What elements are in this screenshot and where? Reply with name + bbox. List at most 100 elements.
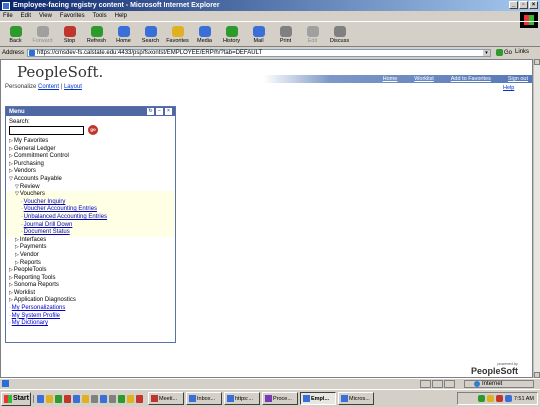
history-button[interactable]: History [218, 26, 245, 46]
forward-button[interactable]: Forward [29, 26, 56, 46]
menu-favorites[interactable]: Favorites [60, 13, 85, 19]
refresh-button[interactable]: Refresh [83, 26, 110, 46]
discuss-button[interactable]: Discuss [326, 26, 353, 46]
tray-icon[interactable] [477, 395, 485, 402]
quick-launch-icon[interactable] [136, 394, 143, 403]
taskbar-button[interactable]: Empl... [300, 392, 336, 405]
menu-item-document-status[interactable]: -Document Status [6, 229, 175, 237]
favorites-button[interactable]: Favorites [164, 26, 191, 46]
quick-launch-icon[interactable] [46, 394, 53, 403]
home-button[interactable]: Home [110, 26, 137, 46]
topnav-home[interactable]: Home [383, 76, 398, 82]
close-button[interactable]: × [529, 1, 538, 9]
menu-search-go-button[interactable]: go [88, 125, 98, 135]
menu-item-my-system-profile[interactable]: -My System Profile [6, 313, 175, 321]
menu-item-unbalanced-accounting-entries[interactable]: -Unbalanced Accounting Entries [6, 213, 175, 222]
search-button[interactable]: Search [137, 26, 164, 46]
print-button[interactable]: Print [272, 26, 299, 46]
menu-item-link[interactable]: Voucher Inquiry [24, 199, 66, 205]
menu-item-payments[interactable]: ▷Payments [6, 244, 175, 252]
menu-item-sonoma-reports[interactable]: ▷Sonoma Reports [6, 282, 175, 290]
start-button[interactable]: Start [1, 391, 31, 406]
collapsed-folder-icon[interactable]: ▷ [15, 260, 19, 268]
quick-launch-icon[interactable] [118, 394, 125, 403]
address-input[interactable]: https://cmsdev-fs.calstate.edu:4433/psp/… [27, 49, 491, 57]
menu-item-vendor[interactable]: ▷Vendor [6, 252, 175, 260]
menu-item-link[interactable]: My System Profile [12, 313, 60, 319]
collapsed-folder-icon[interactable]: ▷ [9, 275, 13, 283]
mail-button[interactable]: Mail [245, 26, 272, 46]
menu-item-application-diagnostics[interactable]: ▷Application Diagnostics [6, 297, 175, 305]
expanded-folder-icon[interactable]: ▽ [15, 191, 19, 199]
quick-launch-icon[interactable] [55, 394, 62, 403]
menu-item-my-dictionary[interactable]: -My Dictionary [6, 320, 175, 328]
help-link[interactable]: Help [503, 85, 514, 91]
quick-launch-icon[interactable] [127, 394, 134, 403]
menu-edit[interactable]: Edit [21, 13, 31, 19]
menu-item-worklist[interactable]: ▷Worklist [6, 290, 175, 298]
quick-launch-icon[interactable] [37, 394, 44, 403]
menu-item-voucher-accounting-entries[interactable]: -Voucher Accounting Entries [6, 206, 175, 214]
taskbar-button[interactable]: Meeti... [148, 392, 184, 405]
menu-item-voucher-inquiry[interactable]: -Voucher Inquiry [6, 198, 175, 207]
collapsed-folder-icon[interactable]: ▷ [9, 297, 13, 305]
quick-launch-icon[interactable] [73, 394, 80, 403]
menu-item-my-personalizations[interactable]: -My Personalizations [6, 305, 175, 313]
edit-button[interactable]: Edit [299, 26, 326, 46]
quick-launch-icon[interactable] [100, 394, 107, 403]
taskbar-button[interactable]: Micros... [338, 392, 374, 405]
topnav-worklist[interactable]: Worklist [414, 76, 433, 82]
menu-item-review[interactable]: ▽Review [6, 184, 175, 192]
address-dropdown-icon[interactable]: ▾ [483, 50, 490, 56]
menu-help[interactable]: Help [115, 13, 127, 19]
menu-item-commitment-control[interactable]: ▷Commitment Control [6, 153, 175, 161]
menu-item-link[interactable]: Unbalanced Accounting Entries [24, 214, 107, 220]
quick-launch-icon[interactable] [82, 394, 89, 403]
menu-view[interactable]: View [39, 13, 52, 19]
menu-item-vendors[interactable]: ▷Vendors [6, 168, 175, 176]
menu-file[interactable]: File [3, 13, 13, 19]
expanded-folder-icon[interactable]: ▽ [15, 184, 19, 192]
menu-item-link[interactable]: My Personalizations [12, 305, 66, 311]
collapsed-folder-icon[interactable]: ▷ [9, 161, 13, 169]
refresh-pagelet-icon[interactable]: ↻ [147, 108, 154, 115]
expanded-folder-icon[interactable]: ▽ [9, 176, 13, 184]
menu-item-accounts-payable[interactable]: ▽Accounts Payable [6, 176, 175, 184]
menu-item-reporting-tools[interactable]: ▷Reporting Tools [6, 275, 175, 283]
collapsed-folder-icon[interactable]: ▷ [9, 290, 13, 298]
taskbar-button[interactable]: Proce... [262, 392, 298, 405]
topnav-add-to-favorites[interactable]: Add to Favorites [451, 76, 491, 82]
vertical-scrollbar[interactable] [533, 59, 540, 378]
menu-item-link[interactable]: Journal Drill Down [24, 222, 73, 228]
collapsed-folder-icon[interactable]: ▷ [9, 138, 13, 146]
personalize-content-link[interactable]: Content [38, 84, 59, 90]
links-button[interactable]: Links [515, 49, 529, 55]
menu-item-interfaces[interactable]: ▷Interfaces [6, 237, 175, 245]
quick-launch-icon[interactable] [91, 394, 98, 403]
media-button[interactable]: Media [191, 26, 218, 46]
remove-pagelet-icon[interactable]: × [165, 108, 172, 115]
taskbar-button[interactable]: Inbox... [186, 392, 222, 405]
menu-item-peopletools[interactable]: ▷PeopleTools [6, 267, 175, 275]
quick-launch-icon[interactable] [64, 394, 71, 403]
minimize-button[interactable]: _ [509, 1, 518, 9]
collapsed-folder-icon[interactable]: ▷ [15, 244, 19, 252]
menu-item-link[interactable]: Document Status [24, 229, 70, 235]
menu-item-general-ledger[interactable]: ▷General Ledger [6, 146, 175, 154]
collapsed-folder-icon[interactable]: ▷ [9, 282, 13, 290]
menu-item-journal-drill-down[interactable]: -Journal Drill Down [6, 221, 175, 230]
tray-icon[interactable] [486, 395, 494, 402]
menu-item-link[interactable]: My Dictionary [12, 320, 48, 326]
personalize-layout-link[interactable]: Layout [64, 84, 82, 90]
go-button[interactable]: Go [496, 49, 512, 56]
maximize-button[interactable]: ▫ [519, 1, 528, 9]
menu-item-purchasing[interactable]: ▷Purchasing [6, 161, 175, 169]
minimize-pagelet-icon[interactable]: − [156, 108, 163, 115]
tray-icon[interactable] [504, 395, 512, 402]
tray-icon[interactable] [495, 395, 503, 402]
menu-item-my-favorites[interactable]: ▷My Favorites [6, 138, 175, 146]
scroll-up-icon[interactable] [534, 59, 540, 65]
collapsed-folder-icon[interactable]: ▷ [9, 153, 13, 161]
collapsed-folder-icon[interactable]: ▷ [9, 267, 13, 275]
menu-item-vouchers[interactable]: ▽Vouchers [6, 191, 175, 199]
